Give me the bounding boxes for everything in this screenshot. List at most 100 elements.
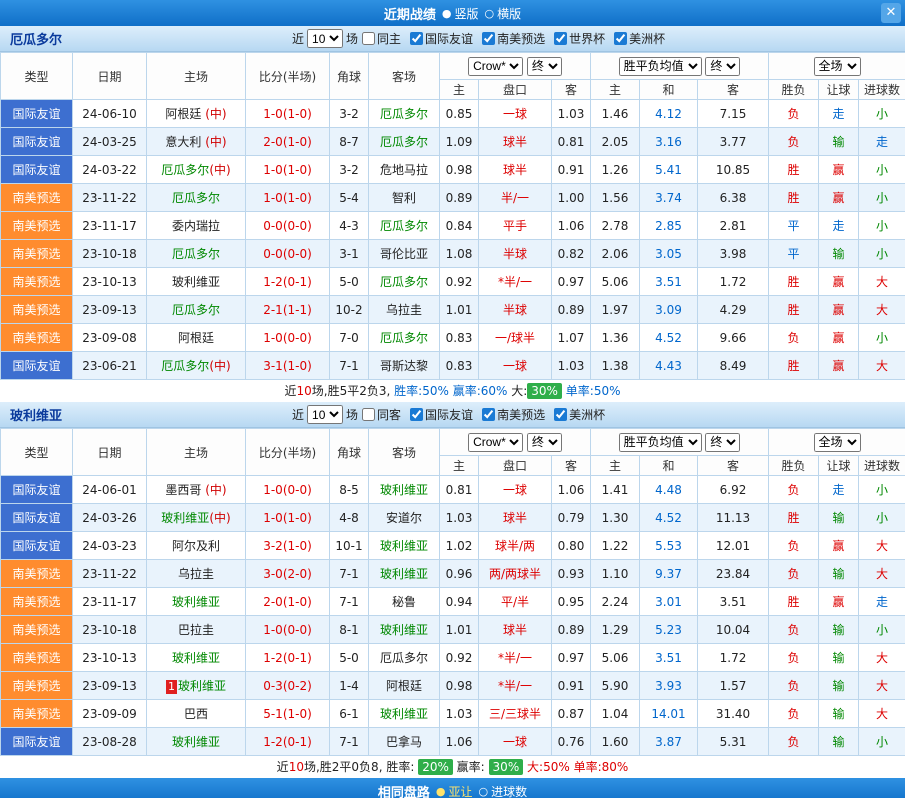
result-wdl: 胜 <box>769 268 819 296</box>
handicap-away-odds: 0.82 <box>552 240 591 268</box>
same-venue-filter[interactable]: 同主 <box>358 30 401 47</box>
match-date: 24-06-01 <box>73 476 147 504</box>
sub-goals-header: 进球数 <box>859 80 905 100</box>
handicap-line: *半/一 <box>479 672 552 700</box>
handicap-away-odds: 1.06 <box>552 212 591 240</box>
goals-option[interactable]: ○ 进球数 <box>479 783 528 798</box>
same-venue-label: 同主 <box>377 30 401 47</box>
summary-token: 赢率: <box>453 760 489 774</box>
result-goals: 小 <box>859 616 905 644</box>
home-team: 玻利维亚(中) <box>147 504 246 532</box>
match-row: 国际友谊24-06-01墨西哥 (中)1-0(0-0)8-5玻利维亚0.81一球… <box>1 476 905 504</box>
odds-stage-select[interactable]: 终 <box>527 433 562 452</box>
full-game-select[interactable]: 全场 <box>814 57 861 76</box>
match-score: 2-0(1-0) <box>246 588 330 616</box>
corner-score: 5-0 <box>330 268 369 296</box>
competition-filter[interactable]: 美洲杯 <box>550 406 605 423</box>
competition-filter[interactable]: 南美预选 <box>478 30 545 47</box>
neutral-venue-marker: (中) <box>209 511 230 525</box>
result-handicap: 走 <box>819 100 859 128</box>
handicap-away-odds: 1.00 <box>552 184 591 212</box>
odds-company-select[interactable]: Crow* <box>468 433 523 452</box>
summary-token: 大:50% <box>527 760 570 774</box>
full-game-select[interactable]: 全场 <box>814 433 861 452</box>
results-table-body: 国际友谊24-06-10阿根廷 (中)1-0(1-0)3-2厄瓜多尔0.85一球… <box>1 100 905 380</box>
match-type-badge: 南美预选 <box>1 672 73 700</box>
away-team: 玻利维亚 <box>369 476 440 504</box>
result-wdl: 负 <box>769 532 819 560</box>
col-corner-header: 角球 <box>330 429 369 476</box>
competition-filter[interactable]: 国际友谊 <box>406 30 473 47</box>
same-venue-checkbox[interactable] <box>362 32 375 45</box>
odds-lose: 9.66 <box>698 324 769 352</box>
match-row: 南美预选23-10-18厄瓜多尔0-0(0-0)3-1哥伦比亚1.08半球0.8… <box>1 240 905 268</box>
match-date: 24-03-22 <box>73 156 147 184</box>
col-away-header: 客场 <box>369 429 440 476</box>
handicap-home-odds: 0.98 <box>440 156 479 184</box>
close-icon[interactable]: ✕ <box>881 3 901 23</box>
match-row: 国际友谊23-06-21厄瓜多尔(中)3-1(1-0)7-1哥斯达黎0.83一球… <box>1 352 905 380</box>
wdl-stage-select[interactable]: 终 <box>705 433 740 452</box>
result-wdl: 负 <box>769 728 819 756</box>
competition-filters: 国际友谊南美预选美洲杯 <box>406 406 610 424</box>
recent-count-select[interactable]: 10 <box>307 29 343 48</box>
handicap-away-odds: 0.91 <box>552 156 591 184</box>
same-venue-checkbox[interactable] <box>362 408 375 421</box>
odds-company-select[interactable]: Crow* <box>468 57 523 76</box>
match-type-badge: 国际友谊 <box>1 352 73 380</box>
result-handicap: 输 <box>819 128 859 156</box>
competition-filter[interactable]: 南美预选 <box>478 406 545 423</box>
home-team: 玻利维亚 <box>147 644 246 672</box>
competition-filter[interactable]: 国际友谊 <box>406 406 473 423</box>
competition-checkbox[interactable] <box>614 32 627 45</box>
result-handicap: 输 <box>819 504 859 532</box>
handicap-home-odds: 0.98 <box>440 672 479 700</box>
odds-lose: 1.57 <box>698 672 769 700</box>
result-handicap: 走 <box>819 476 859 504</box>
asian-handicap-option[interactable]: ● 亚让 <box>436 783 473 798</box>
match-date: 23-11-22 <box>73 184 147 212</box>
competition-checkbox[interactable] <box>410 408 423 421</box>
odds-win: 1.04 <box>591 700 640 728</box>
home-team: 玻利维亚 <box>147 728 246 756</box>
corner-score: 7-1 <box>330 588 369 616</box>
wdl-stage-select[interactable]: 终 <box>705 57 740 76</box>
competition-checkbox[interactable] <box>554 408 567 421</box>
layout-horizontal-option[interactable]: ○ 横版 <box>485 5 522 22</box>
odds-win: 1.29 <box>591 616 640 644</box>
sub-draw-header: 和 <box>640 456 698 476</box>
match-type-badge: 国际友谊 <box>1 476 73 504</box>
same-venue-filter[interactable]: 同客 <box>358 406 401 423</box>
competition-checkbox[interactable] <box>482 408 495 421</box>
competition-checkbox[interactable] <box>554 32 567 45</box>
recent-count-select[interactable]: 10 <box>307 405 343 424</box>
odds-win: 1.56 <box>591 184 640 212</box>
competition-checkbox[interactable] <box>482 32 495 45</box>
layout-vertical-option[interactable]: ● 竖版 <box>442 5 479 22</box>
result-wdl: 负 <box>769 100 819 128</box>
sub-home-odds-header: 主 <box>440 456 479 476</box>
competition-checkbox[interactable] <box>410 32 423 45</box>
competition-filter[interactable]: 美洲杯 <box>610 30 665 47</box>
handicap-away-odds: 1.06 <box>552 476 591 504</box>
result-goals: 大 <box>859 644 905 672</box>
odds-lose: 3.77 <box>698 128 769 156</box>
wdl-avg-select[interactable]: 胜平负均值 <box>619 57 702 76</box>
handicap-away-odds: 0.76 <box>552 728 591 756</box>
odds-draw: 4.52 <box>640 504 698 532</box>
odds-win: 1.22 <box>591 532 640 560</box>
handicap-line: *半/一 <box>479 268 552 296</box>
result-wdl: 胜 <box>769 184 819 212</box>
team-name: 厄瓜多尔 <box>0 29 72 48</box>
summary-token: 单率:80% <box>574 760 629 774</box>
result-wdl: 平 <box>769 212 819 240</box>
handicap-away-odds: 1.03 <box>552 100 591 128</box>
match-type-badge: 南美预选 <box>1 296 73 324</box>
col-score-header: 比分(半场) <box>246 53 330 100</box>
odds-stage-select[interactable]: 终 <box>527 57 562 76</box>
red-card-badge: 1 <box>166 680 177 694</box>
competition-filter[interactable]: 世界杯 <box>550 30 605 47</box>
wdl-avg-select[interactable]: 胜平负均值 <box>619 433 702 452</box>
odds-draw: 3.74 <box>640 184 698 212</box>
odds-draw: 9.37 <box>640 560 698 588</box>
